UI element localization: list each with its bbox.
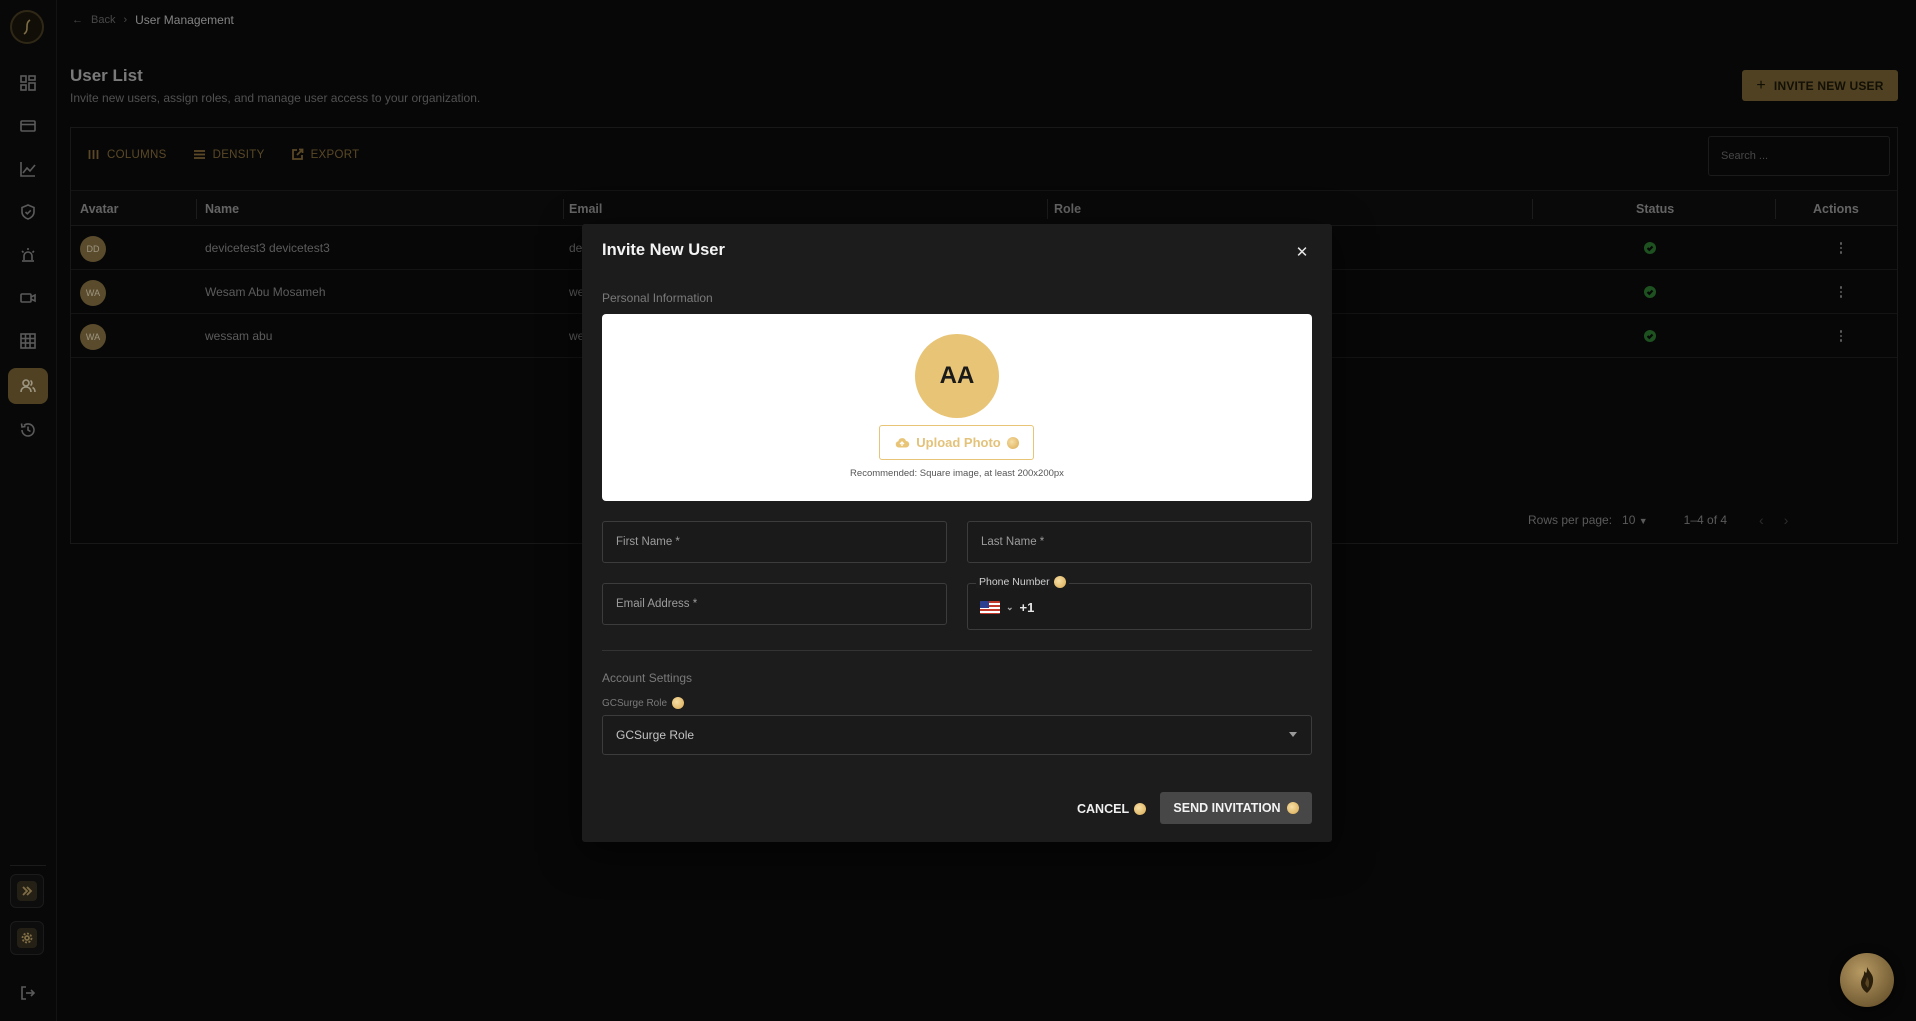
info-coin-icon bbox=[1053, 576, 1066, 588]
caret-down-icon bbox=[1289, 732, 1297, 737]
phone-number-label: Phone Number bbox=[976, 576, 1069, 588]
photo-upload-card: AA Upload Photo Recommended: Square imag… bbox=[602, 314, 1312, 501]
info-coin-icon bbox=[1006, 436, 1019, 449]
info-coin-icon bbox=[1286, 802, 1299, 814]
assistant-flame-button[interactable] bbox=[1840, 953, 1894, 1007]
role-select[interactable]: GCSurge Role bbox=[602, 715, 1312, 755]
role-label-text: GCSurge Role bbox=[602, 697, 668, 709]
chevron-down-icon[interactable]: ⌄ bbox=[1006, 602, 1014, 613]
us-flag-icon[interactable] bbox=[980, 601, 1000, 614]
cancel-label: CANCEL bbox=[1077, 802, 1130, 816]
account-settings-heading: Account Settings bbox=[602, 671, 693, 685]
phone-country-code: +1 bbox=[1019, 600, 1035, 615]
close-icon[interactable]: ✕ bbox=[1292, 242, 1312, 262]
email-field[interactable]: Email Address * bbox=[602, 583, 947, 625]
cancel-button[interactable]: CANCEL bbox=[1077, 794, 1147, 824]
role-label: GCSurge Role bbox=[602, 697, 685, 709]
personal-information-heading: Personal Information bbox=[602, 291, 713, 305]
flame-icon bbox=[1861, 967, 1874, 993]
upload-photo-button[interactable]: Upload Photo bbox=[879, 425, 1034, 460]
avatar-preview: AA bbox=[915, 334, 999, 418]
send-invitation-label: SEND INVITATION bbox=[1173, 801, 1281, 815]
info-coin-icon bbox=[1134, 803, 1147, 815]
phone-input-content: ⌄ +1 bbox=[980, 600, 1034, 615]
role-select-value: GCSurge Role bbox=[616, 728, 695, 742]
info-coin-icon bbox=[672, 697, 685, 709]
photo-recommendation: Recommended: Square image, at least 200x… bbox=[850, 468, 1064, 479]
invite-user-dialog: Invite New User ✕ Personal Information A… bbox=[582, 224, 1332, 842]
upload-photo-label: Upload Photo bbox=[916, 435, 1001, 450]
first-name-placeholder: First Name * bbox=[616, 536, 680, 548]
section-divider bbox=[602, 650, 1312, 651]
last-name-field[interactable]: Last Name * bbox=[967, 521, 1312, 563]
phone-number-field[interactable]: ⌄ +1 bbox=[967, 583, 1312, 630]
cloud-upload-icon bbox=[896, 437, 910, 447]
dialog-title: Invite New User bbox=[602, 241, 725, 259]
first-name-field[interactable]: First Name * bbox=[602, 521, 947, 563]
send-invitation-button[interactable]: SEND INVITATION bbox=[1160, 792, 1312, 824]
phone-number-label-text: Phone Number bbox=[979, 576, 1050, 588]
email-placeholder: Email Address * bbox=[616, 598, 698, 610]
last-name-placeholder: Last Name * bbox=[981, 536, 1045, 548]
